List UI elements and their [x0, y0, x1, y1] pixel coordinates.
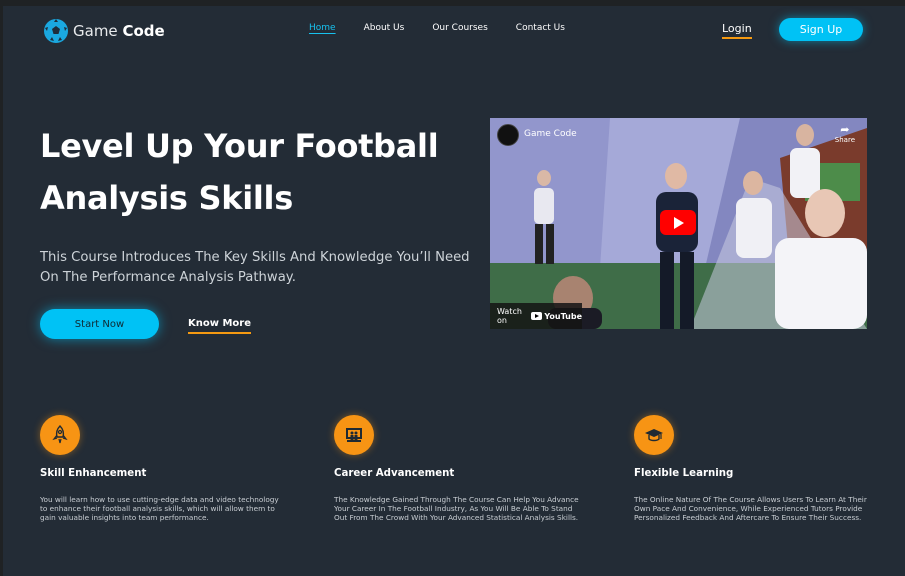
feature-description: You will learn how to use cutting-edge d…: [40, 495, 279, 523]
login-link[interactable]: Login: [722, 22, 752, 39]
feature-title: Career Advancement: [334, 468, 455, 479]
nav-contact-us[interactable]: Contact Us: [516, 23, 565, 33]
watch-on-label: Watch on: [497, 307, 522, 325]
feature-career-advancement: Career Advancement The Knowledge Gained …: [334, 415, 584, 523]
start-now-button[interactable]: Start Now: [40, 309, 159, 339]
feature-skill-enhancement: Skill Enhancement You will learn how to …: [40, 415, 290, 523]
share-button[interactable]: ➦ Share: [834, 123, 855, 145]
know-more-link[interactable]: Know More: [188, 318, 251, 334]
feature-flexible-learning: Flexible Learning The Online Nature Of T…: [634, 415, 884, 523]
youtube-logo: YouTube: [531, 312, 582, 321]
graduation-cap-icon: [634, 415, 674, 455]
nav-our-courses[interactable]: Our Courses: [432, 23, 487, 33]
feature-title: Skill Enhancement: [40, 468, 147, 479]
presentation-icon: [334, 415, 374, 455]
hero-subtitle: This Course Introduces The Key Skills An…: [40, 250, 470, 285]
brand-name-bold: Code: [122, 22, 165, 40]
brand-name-light: Game: [73, 22, 118, 40]
watch-on-youtube-button[interactable]: Watch on YouTube: [490, 303, 582, 329]
rocket-icon: [40, 415, 80, 455]
sign-up-button[interactable]: Sign Up: [779, 18, 863, 41]
video-player[interactable]: Game Code ➦ Share Watch on YouTube: [490, 118, 867, 329]
nav-home[interactable]: Home: [309, 23, 336, 33]
football-icon: [44, 19, 68, 43]
feature-description: The Online Nature Of The Course Allows U…: [634, 495, 867, 523]
brand-logo[interactable]: Game Code: [43, 16, 165, 46]
play-button[interactable]: [660, 210, 696, 235]
page: Game Code Home About Us Our Courses Cont…: [3, 6, 905, 576]
channel-avatar[interactable]: [497, 124, 519, 146]
feature-title: Flexible Learning: [634, 468, 734, 479]
hero-title-line-2: Analysis Skills: [40, 179, 293, 217]
nav-about-us[interactable]: About Us: [364, 23, 405, 33]
hero-title-line-1: Level Up Your Football: [40, 127, 439, 165]
share-icon: ➦: [840, 123, 850, 136]
hero-title: Level Up Your Football Analysis Skills: [40, 120, 470, 224]
share-label: Share: [834, 136, 855, 144]
youtube-icon: [531, 312, 543, 320]
main-nav: Home About Us Our Courses Contact Us: [309, 23, 593, 33]
video-title[interactable]: Game Code: [524, 129, 577, 139]
feature-description: The Knowledge Gained Through The Course …: [334, 495, 579, 523]
